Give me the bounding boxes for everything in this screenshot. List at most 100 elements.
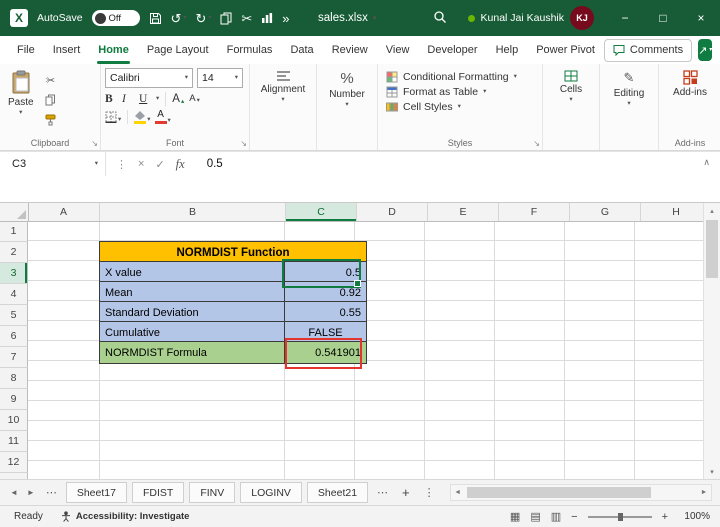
- bold-button[interactable]: B: [105, 93, 118, 106]
- search-button[interactable]: [433, 10, 447, 24]
- zoom-level[interactable]: 100%: [678, 511, 710, 522]
- column-header-h[interactable]: H: [641, 203, 712, 221]
- sheet-tab-fdist[interactable]: FDIST: [132, 482, 184, 503]
- font-size-select[interactable]: 14 ▾: [197, 68, 243, 88]
- font-color-button[interactable]: A ▾: [155, 110, 171, 124]
- horizontal-scrollbar[interactable]: ◄ ►: [450, 484, 712, 501]
- accessibility-checker-button[interactable]: Accessibility: Investigate: [61, 511, 190, 522]
- sheet-tab-sheet21[interactable]: Sheet21: [307, 482, 368, 503]
- ribbon-tab-file[interactable]: File: [8, 36, 44, 64]
- zoom-slider-thumb[interactable]: [618, 513, 623, 521]
- page-layout-view-button[interactable]: ▤: [530, 510, 540, 523]
- ribbon-tab-view[interactable]: View: [377, 36, 419, 64]
- ribbon-tab-review[interactable]: Review: [323, 36, 377, 64]
- horizontal-scroll-thumb[interactable]: [467, 487, 651, 498]
- addins-button[interactable]: Add-ins: [669, 68, 711, 100]
- chart-button[interactable]: [261, 12, 273, 24]
- comments-button[interactable]: Comments: [604, 39, 692, 62]
- select-all-corner[interactable]: [0, 203, 29, 222]
- sheet-tab-finv[interactable]: FINV: [189, 482, 235, 503]
- vertical-scrollbar[interactable]: ▴ ▾: [703, 203, 720, 479]
- column-header-f[interactable]: F: [499, 203, 570, 221]
- column-header-g[interactable]: G: [570, 203, 641, 221]
- ribbon-tab-developer[interactable]: Developer: [418, 36, 486, 64]
- font-dialog-launcher[interactable]: ↘: [240, 139, 247, 148]
- hidden-sheets-right[interactable]: ⋯: [373, 486, 392, 499]
- zoom-out-button[interactable]: −: [571, 511, 577, 523]
- sheet-options-icon[interactable]: ⋮: [420, 486, 439, 499]
- scroll-left-icon[interactable]: ◄: [451, 489, 465, 496]
- row-header[interactable]: 7: [0, 347, 28, 368]
- column-header-b[interactable]: B: [100, 203, 286, 221]
- column-header-c[interactable]: C: [286, 203, 357, 221]
- borders-button[interactable]: ▾: [105, 111, 121, 123]
- sheet-nav-left-icon[interactable]: ◄: [8, 488, 20, 497]
- row-header[interactable]: 6: [0, 326, 28, 347]
- vertical-scroll-thumb[interactable]: [706, 220, 718, 278]
- decrease-font-button[interactable]: A ▾: [189, 94, 202, 104]
- minimize-button[interactable]: −: [606, 0, 644, 36]
- row-header[interactable]: 2: [0, 242, 28, 263]
- font-name-select[interactable]: Calibri ▾: [105, 68, 193, 88]
- cut-button[interactable]: ✂: [42, 72, 60, 88]
- ribbon-tab-help[interactable]: Help: [487, 36, 528, 64]
- new-sheet-button[interactable]: +: [397, 485, 415, 500]
- sheet-tab-sheet17[interactable]: Sheet17: [66, 482, 127, 503]
- account-button[interactable]: Kunal Jai Kaushik KJ: [468, 0, 594, 36]
- share-button[interactable]: ↗ ▾: [698, 39, 712, 61]
- row-header[interactable]: 13: [0, 473, 28, 479]
- row-header[interactable]: 1: [0, 221, 28, 242]
- enter-button[interactable]: ✓: [155, 158, 164, 171]
- cancel-button[interactable]: ×: [138, 158, 144, 170]
- format-as-table-button[interactable]: Format as Table ▾: [386, 86, 486, 98]
- collapse-formula-bar-button[interactable]: ∧: [703, 157, 710, 168]
- ribbon-tab-page-layout[interactable]: Page Layout: [138, 36, 218, 64]
- styles-dialog-launcher[interactable]: ↘: [533, 139, 540, 148]
- insert-function-button[interactable]: fx: [176, 157, 185, 172]
- row-header[interactable]: 9: [0, 389, 28, 410]
- page-break-view-button[interactable]: ▥: [551, 510, 561, 523]
- copy-button[interactable]: [220, 12, 232, 25]
- conditional-formatting-button[interactable]: Conditional Formatting ▾: [386, 71, 517, 83]
- more-commands-button[interactable]: »: [282, 12, 289, 25]
- redo-button[interactable]: ↻ ▾: [195, 12, 211, 25]
- ribbon-tab-power-pivot[interactable]: Power Pivot: [527, 36, 604, 64]
- document-title[interactable]: sales.xlsx ▾: [318, 0, 376, 36]
- column-header-d[interactable]: D: [357, 203, 428, 221]
- formula-input[interactable]: 0.5: [195, 158, 223, 170]
- underline-button[interactable]: U: [139, 93, 152, 106]
- ribbon-tab-insert[interactable]: Insert: [44, 36, 90, 64]
- normal-view-button[interactable]: ▦: [510, 510, 520, 523]
- row-header[interactable]: 11: [0, 431, 28, 452]
- ribbon-tab-data[interactable]: Data: [281, 36, 322, 64]
- clipboard-dialog-launcher[interactable]: ↘: [91, 139, 98, 148]
- increase-font-button[interactable]: A ▴: [172, 93, 185, 106]
- copy-button[interactable]: [42, 92, 60, 108]
- column-header-a[interactable]: A: [28, 203, 100, 221]
- undo-button[interactable]: ↺ ▾: [171, 12, 187, 25]
- italic-button[interactable]: I: [122, 93, 135, 106]
- row-header-3[interactable]: 3: [0, 263, 28, 284]
- cell-styles-button[interactable]: Cell Styles ▾: [386, 101, 461, 113]
- editing-button[interactable]: ✎ Editing ▾: [610, 68, 649, 110]
- cell-b7[interactable]: NORMDIST Formula: [99, 341, 297, 364]
- row-header[interactable]: 10: [0, 410, 28, 431]
- cells-region[interactable]: NORMDIST Function X value 0.5 Mean 0.92 …: [28, 221, 704, 479]
- cut-button[interactable]: ✂: [241, 12, 252, 25]
- hidden-sheets-left[interactable]: ⋯: [42, 486, 61, 499]
- sheet-tab-loginv[interactable]: LOGINV: [240, 482, 302, 503]
- paste-button[interactable]: Paste ▾: [4, 68, 38, 135]
- format-painter-button[interactable]: [42, 112, 60, 128]
- alignment-button[interactable]: Alignment ▾: [257, 68, 309, 106]
- fill-handle[interactable]: [354, 280, 361, 287]
- number-button[interactable]: % Number ▾: [325, 68, 369, 111]
- row-header[interactable]: 12: [0, 452, 28, 473]
- name-box[interactable]: C3 ▾: [0, 152, 106, 176]
- zoom-slider[interactable]: [588, 516, 652, 518]
- ribbon-tab-formulas[interactable]: Formulas: [218, 36, 282, 64]
- row-header[interactable]: 4: [0, 284, 28, 305]
- scroll-down-icon[interactable]: ▾: [704, 464, 720, 479]
- ribbon-tab-home[interactable]: Home: [89, 36, 138, 64]
- scroll-right-icon[interactable]: ►: [697, 489, 711, 496]
- cells-button[interactable]: Cells ▾: [556, 68, 586, 106]
